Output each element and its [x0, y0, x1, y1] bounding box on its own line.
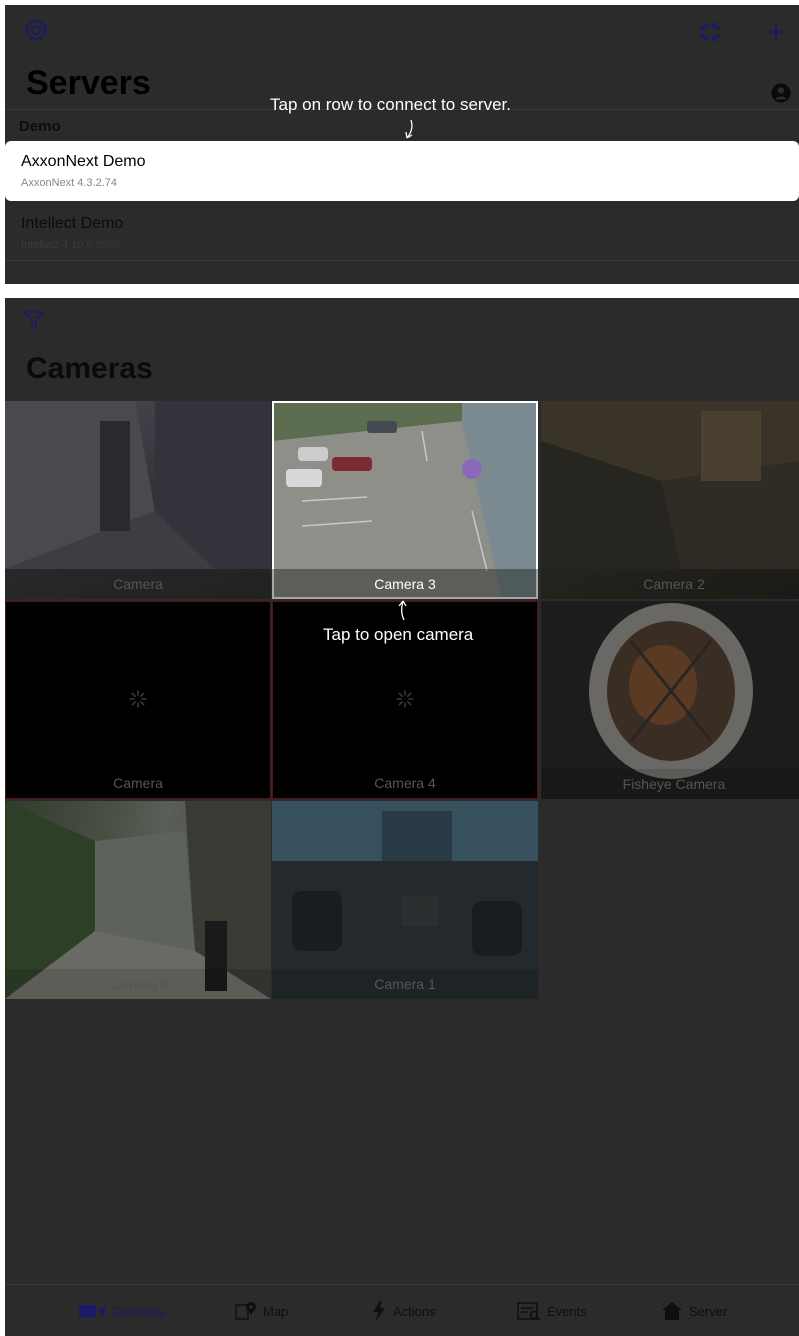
cameras-screen: Cameras Camera Camera 3 Camera 2 Camera …	[5, 298, 799, 1336]
lightning-icon	[373, 1301, 385, 1321]
tab-label: Map	[263, 1303, 289, 1319]
camera-label: Camera	[5, 569, 271, 599]
events-list-icon	[517, 1302, 541, 1321]
open-camera-hint-arrow-icon	[398, 600, 407, 621]
servers-page-title: Servers	[26, 64, 151, 102]
camera-label: Camera 2	[541, 569, 799, 599]
camera-tile[interactable]: Camera 2	[541, 401, 799, 599]
app-root: Servers Tap on row to connect to server.…	[0, 0, 799, 1336]
warehouse-preview-image	[541, 401, 799, 569]
camera-label: Camera	[6, 768, 270, 798]
tab-server[interactable]: Server	[661, 1299, 727, 1323]
filter-funnel-icon[interactable]	[21, 306, 47, 334]
loading-spinner-icon	[396, 690, 414, 708]
corridor-preview-image	[5, 401, 271, 569]
tab-actions[interactable]: Actions	[371, 1299, 436, 1323]
server-name: AxxonNext Demo	[21, 153, 146, 170]
camera-label: Camera 4	[273, 768, 537, 798]
camera-tile[interactable]: Camera 6	[5, 801, 271, 999]
add-server-plus-icon[interactable]	[761, 17, 791, 47]
server-row-intellect-demo[interactable]: Intellect Demo Intellect 4.10.5.3588	[5, 203, 799, 263]
server-house-icon	[662, 1302, 682, 1320]
server-row-axxonnext-demo[interactable]: AxxonNext Demo AxxonNext 4.3.2.74	[5, 141, 799, 201]
camera-tile[interactable]: Camera 1	[272, 801, 538, 999]
server-version: Intellect 4.10.5.3588	[21, 239, 121, 251]
camera-label: Fisheye Camera	[541, 769, 799, 799]
connect-hint-text: Tap on row to connect to server.	[270, 95, 511, 114]
server-name: Intellect Demo	[21, 215, 124, 232]
tab-label: Cameras	[112, 1303, 165, 1319]
camera-label: Camera 6	[5, 969, 271, 999]
map-pin-icon	[235, 1302, 256, 1320]
camera-label: Camera 1	[272, 969, 538, 999]
camera-tile-loading[interactable]: Camera	[5, 601, 271, 799]
server-group-header: Demo	[19, 118, 61, 135]
camera-tile-highlighted[interactable]: Camera 3	[272, 401, 538, 599]
servers-top-bar	[5, 5, 799, 55]
settings-gear-icon[interactable]	[21, 15, 51, 45]
tab-cameras[interactable]: Cameras	[78, 1299, 165, 1323]
camera-tile[interactable]: Camera	[5, 401, 271, 599]
tab-map[interactable]: Map	[235, 1299, 288, 1323]
camera-label: Camera 3	[272, 569, 538, 599]
tab-label: Actions	[393, 1303, 436, 1319]
list-divider	[5, 260, 799, 261]
network-scan-icon[interactable]	[695, 17, 725, 47]
bottom-tab-bar: Cameras Map Actions Events Server	[5, 1284, 799, 1336]
camera-tile[interactable]: Fisheye Camera	[541, 601, 799, 799]
cameras-page-title: Cameras	[26, 352, 153, 385]
user-account-icon[interactable]	[767, 79, 795, 107]
loading-spinner-icon	[129, 690, 147, 708]
open-camera-hint-text: Tap to open camera	[323, 625, 474, 644]
server-version: AxxonNext 4.3.2.74	[21, 177, 118, 189]
servers-screen: Servers Tap on row to connect to server.…	[5, 5, 799, 284]
video-camera-icon	[79, 1305, 105, 1317]
connect-hint-arrow-icon	[405, 119, 413, 139]
tab-label: Events	[547, 1303, 587, 1319]
tab-events[interactable]: Events	[517, 1299, 587, 1323]
tab-label: Server	[689, 1303, 728, 1319]
